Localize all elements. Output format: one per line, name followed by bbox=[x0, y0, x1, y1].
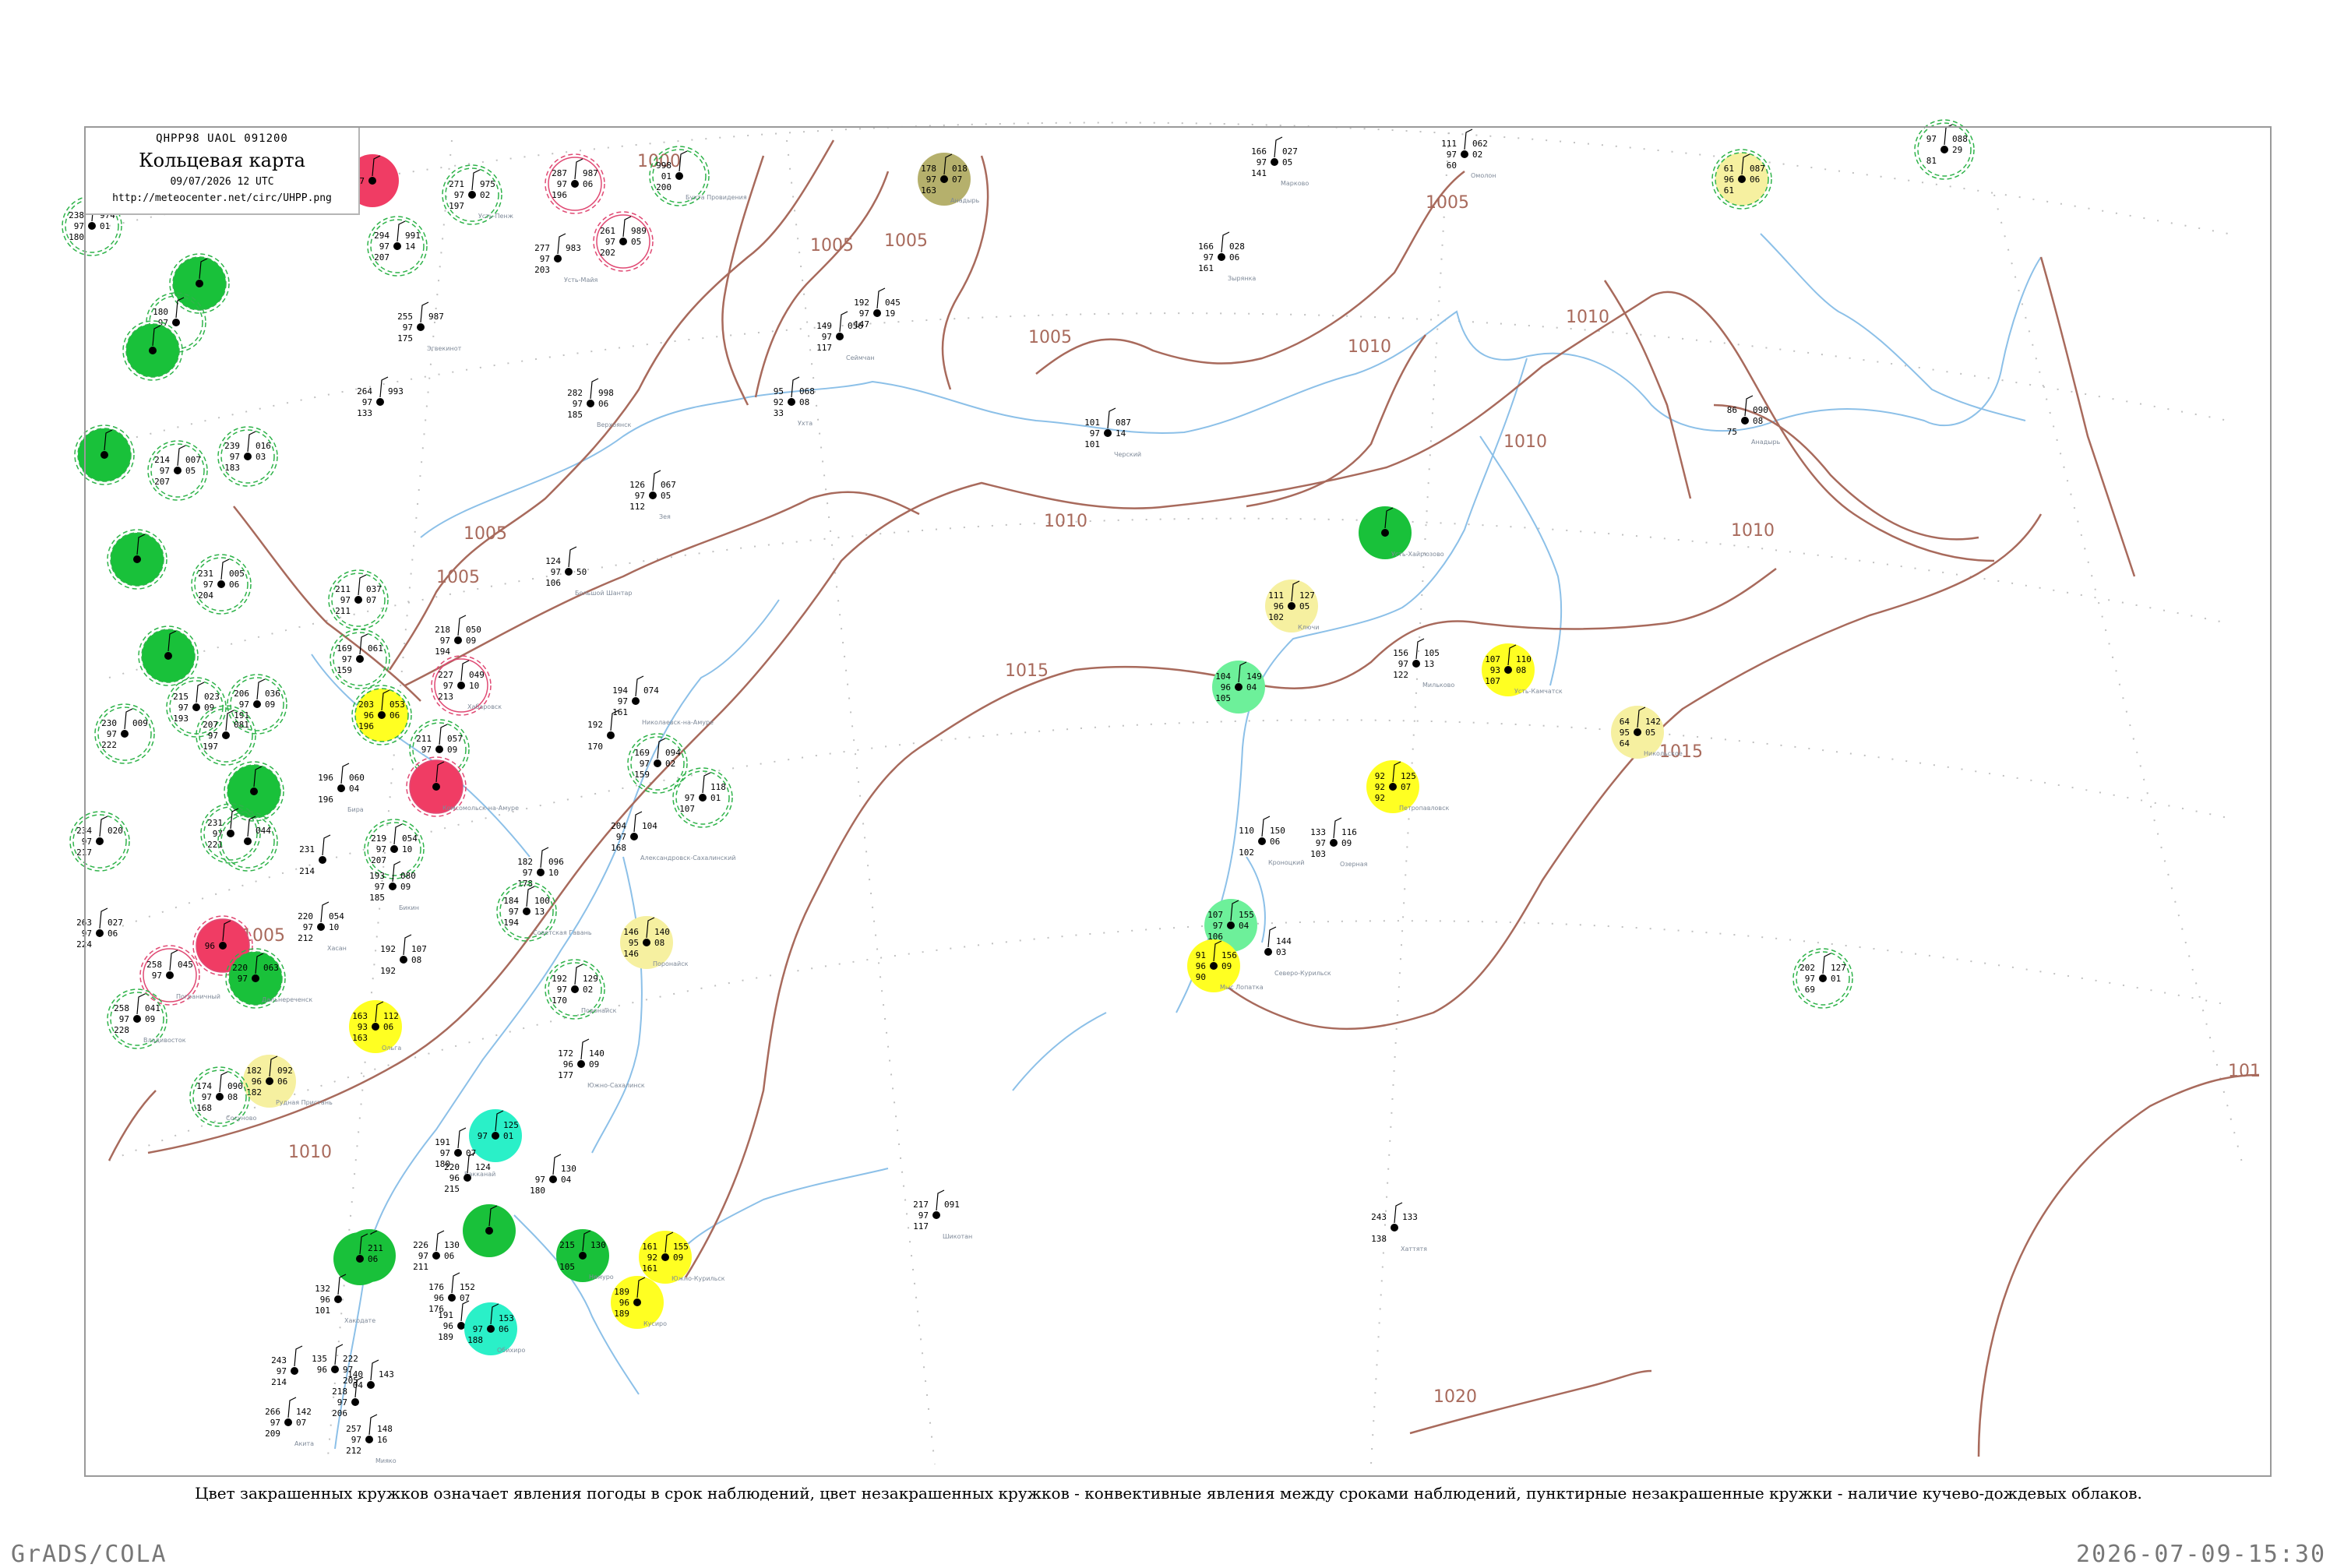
title-box: QHPP98 UAOL 091200 Кольцевая карта 09/07… bbox=[86, 128, 360, 215]
bulletin-code: QHPP98 UAOL 091200 bbox=[156, 132, 288, 145]
legend-caption: Цвет закрашенных кружков означает явлени… bbox=[195, 1484, 2142, 1503]
station-left-value: 97 bbox=[74, 221, 84, 231]
station-left-value: 180 bbox=[69, 232, 84, 242]
map-date: 09/07/2026 12 UTC bbox=[170, 176, 274, 188]
map-frame bbox=[84, 126, 2272, 1477]
map-title: Кольцевая карта bbox=[139, 150, 305, 171]
footer-software: GrADS/COLA bbox=[11, 1541, 167, 1568]
station-left-value: 238 bbox=[69, 210, 84, 220]
footer-timestamp: 2026-07-09-15:30 bbox=[2076, 1541, 2326, 1568]
source-url: http://meteocenter.net/circ/UHPP.png bbox=[112, 192, 332, 204]
